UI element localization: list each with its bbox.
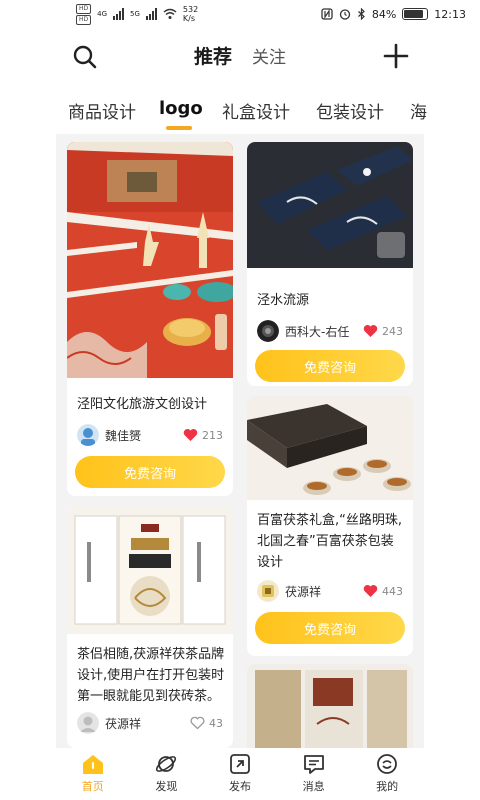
card-title[interactable]: 百富茯茶礼盒,“丝路明珠,北国之春”百富茯茶包装设计 xyxy=(257,510,405,573)
signal-icon-2 xyxy=(145,8,157,20)
feed-card[interactable]: 泾阳文化旅游文创设计 魏佳赟 213 免费咨询 xyxy=(67,142,233,496)
nav-profile[interactable]: 我的 xyxy=(350,748,424,800)
like-count[interactable]: 43 xyxy=(190,716,223,730)
author-name: 西科大-右任 xyxy=(285,324,350,339)
home-icon[interactable] xyxy=(81,752,105,776)
feed-card[interactable] xyxy=(247,664,413,748)
feed[interactable]: 泾阳文化旅游文创设计 魏佳赟 213 免费咨询 泾水流源 西科大-右任 243 … xyxy=(56,134,424,748)
network-speed: 532 K/s xyxy=(183,5,198,23)
category-tab-gift-box-design[interactable]: 礼盒设计 xyxy=(222,98,290,123)
like-count[interactable]: 243 xyxy=(363,324,403,338)
card-image[interactable] xyxy=(247,142,413,268)
status-right: 84% 12:13 xyxy=(321,8,466,21)
author-name: 茯源祥 xyxy=(105,716,142,731)
network-type-1: 4G xyxy=(97,10,108,18)
bluetooth-icon xyxy=(357,8,365,20)
header-tabs: 推荐 关注 xyxy=(194,42,286,69)
category-tab-logo[interactable]: logo xyxy=(159,98,203,119)
status-left: HD HD 4G 5G 532 K/s xyxy=(76,3,198,25)
profile-icon[interactable] xyxy=(375,752,399,776)
nav-messages[interactable]: 消息 xyxy=(277,748,351,800)
like-number: 43 xyxy=(209,716,223,730)
battery-percent: 84% xyxy=(371,7,397,21)
like-count[interactable]: 443 xyxy=(363,584,403,598)
nav-discover[interactable]: 发现 xyxy=(130,748,204,800)
free-consult-button[interactable]: 免费咨询 xyxy=(75,456,225,488)
like-number: 243 xyxy=(382,324,403,338)
active-tab-indicator xyxy=(166,126,192,130)
nav-label: 我的 xyxy=(376,780,399,793)
free-consult-button[interactable]: 免费咨询 xyxy=(255,612,405,644)
card-image[interactable] xyxy=(67,142,233,378)
author-name: 茯源祥 xyxy=(285,584,322,599)
heart-filled-icon[interactable] xyxy=(363,324,378,338)
feed-card[interactable]: 泾水流源 西科大-右任 243 免费咨询 xyxy=(247,142,413,386)
bottom-nav: 首页 发现 发布 消息 我的 xyxy=(56,748,424,800)
category-tab-packaging-design[interactable]: 包装设计 xyxy=(316,98,384,123)
card-title[interactable]: 茶侣相随,茯源祥茯茶品牌设计,使用户在打开包装时第一眼就能见到茯砖茶。 xyxy=(77,644,225,707)
card-image[interactable] xyxy=(247,396,413,500)
heart-filled-icon[interactable] xyxy=(183,428,198,442)
card-author[interactable]: 魏佳赟 xyxy=(77,424,141,446)
status-bar: HD HD 4G 5G 532 K/s 84% 12:13 xyxy=(0,0,480,28)
top-header: 推荐 关注 xyxy=(0,34,480,78)
hd-tags: HD HD xyxy=(76,3,92,25)
heart-filled-icon[interactable] xyxy=(363,584,378,598)
card-author[interactable]: 茯源祥 xyxy=(77,712,141,734)
network-speed-value: 532 xyxy=(182,5,199,14)
signal-icon-1 xyxy=(113,8,125,20)
publish-icon[interactable] xyxy=(228,752,252,776)
nav-label: 发布 xyxy=(228,780,251,793)
like-count[interactable]: 213 xyxy=(183,428,223,442)
nav-label: 首页 xyxy=(81,780,104,793)
feed-card[interactable]: 茶侣相随,茯源祥茯茶品牌设计,使用户在打开包装时第一眼就能见到茯砖茶。 茯源祥 … xyxy=(67,506,233,748)
category-tabs: 商品设计 logo 礼盒设计 包装设计 海 xyxy=(0,92,480,134)
nfc-icon xyxy=(321,8,333,20)
card-image[interactable] xyxy=(67,506,233,634)
card-image[interactable] xyxy=(247,664,413,748)
network-type-2: 5G xyxy=(130,10,140,18)
message-icon[interactable] xyxy=(302,752,326,776)
clock: 12:13 xyxy=(434,7,466,21)
like-number: 443 xyxy=(382,584,403,598)
category-tab-poster[interactable]: 海 xyxy=(410,98,427,123)
tab-follow[interactable]: 关注 xyxy=(252,43,286,68)
like-number: 213 xyxy=(202,428,223,442)
heart-outline-icon[interactable] xyxy=(190,716,205,730)
hd-badge-1: HD xyxy=(76,3,92,14)
wifi-icon xyxy=(163,8,177,19)
nav-home[interactable]: 首页 xyxy=(56,748,130,800)
card-author[interactable]: 茯源祥 xyxy=(257,580,321,602)
battery-icon xyxy=(402,8,429,20)
nav-publish[interactable]: 发布 xyxy=(203,748,277,800)
battery-fill xyxy=(404,10,423,18)
avatar[interactable] xyxy=(77,712,99,734)
card-title[interactable]: 泾阳文化旅游文创设计 xyxy=(77,394,225,415)
feed-card[interactable]: 百富茯茶礼盒,“丝路明珠,北国之春”百富茯茶包装设计 茯源祥 443 免费咨询 xyxy=(247,396,413,656)
add-icon[interactable] xyxy=(382,42,410,70)
avatar[interactable] xyxy=(77,424,99,446)
nav-label: 消息 xyxy=(302,780,325,793)
tab-recommend[interactable]: 推荐 xyxy=(194,42,232,69)
alarm-icon xyxy=(339,9,350,20)
network-speed-unit: K/s xyxy=(182,14,196,23)
card-author[interactable]: 西科大-右任 xyxy=(257,320,349,342)
free-consult-button[interactable]: 免费咨询 xyxy=(255,350,405,382)
search-icon[interactable] xyxy=(70,42,100,72)
hd-badge-2: HD xyxy=(76,14,92,25)
avatar[interactable] xyxy=(257,320,279,342)
avatar[interactable] xyxy=(257,580,279,602)
nav-label: 发现 xyxy=(155,780,178,793)
author-name: 魏佳赟 xyxy=(105,428,142,443)
card-title[interactable]: 泾水流源 xyxy=(257,290,405,311)
planet-icon[interactable] xyxy=(154,752,178,776)
category-tab-product-design[interactable]: 商品设计 xyxy=(68,98,136,123)
